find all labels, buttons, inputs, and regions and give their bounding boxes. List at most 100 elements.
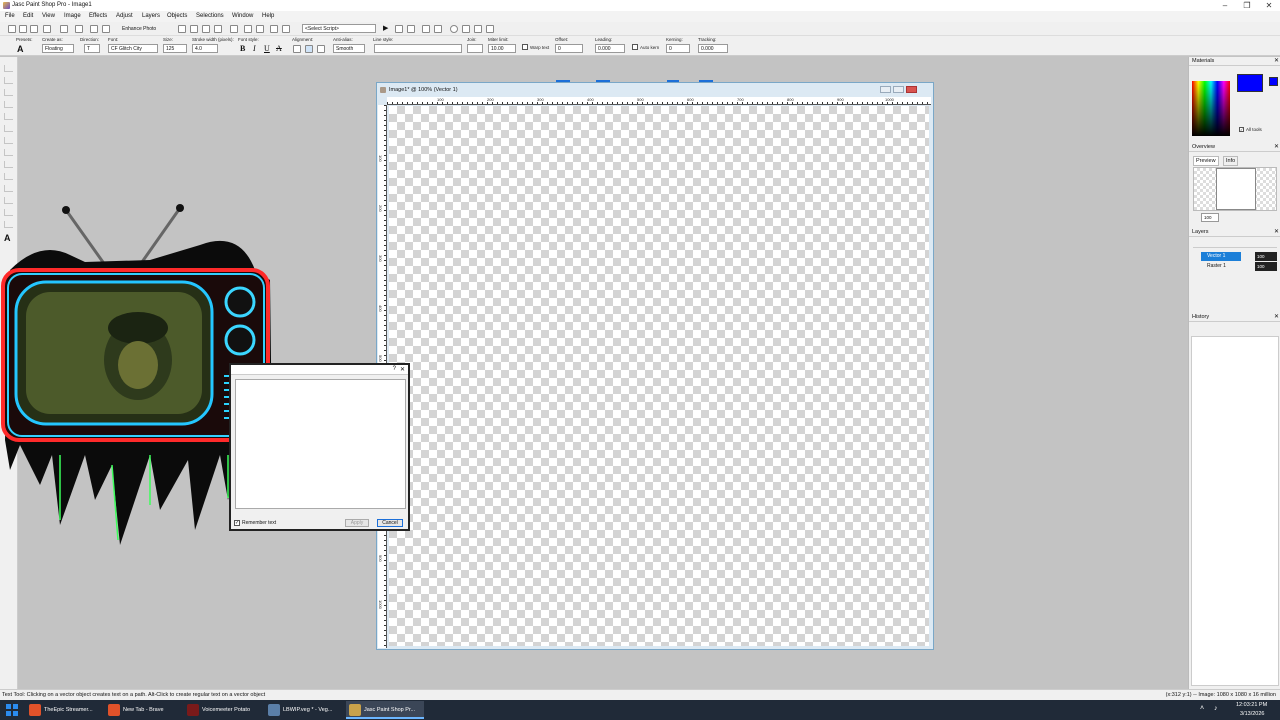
image-canvas[interactable] (389, 106, 929, 646)
text-entry-dialog[interactable]: ? ✕ ✓ Remember text Apply Cancel (229, 363, 410, 531)
create-as-select[interactable]: Floating (42, 44, 74, 53)
layer-opacity[interactable]: 100 (1255, 262, 1277, 271)
align-right-icon[interactable] (317, 45, 325, 53)
volume-icon[interactable]: ♪ (1214, 705, 1218, 712)
tracking-input[interactable]: 0.000 (698, 44, 728, 53)
overview-info-tab[interactable]: Info (1223, 156, 1239, 166)
size-select[interactable]: 125 (163, 44, 187, 53)
history-close-icon[interactable]: ✕ (1274, 313, 1279, 322)
retouch-tool-icon[interactable] (4, 161, 13, 168)
align-center-icon[interactable] (305, 45, 313, 53)
menu-view[interactable]: View (42, 13, 55, 19)
enhance-photo-button[interactable]: Enhance Photo (120, 25, 170, 34)
doc-close-button[interactable] (906, 86, 917, 93)
rotate-icon[interactable] (256, 25, 264, 33)
overview-zoom-input[interactable]: 100 (1201, 213, 1219, 222)
text-entry-area[interactable] (235, 379, 406, 509)
menu-objects[interactable]: Objects (167, 13, 187, 19)
script-icon[interactable] (434, 25, 442, 33)
offset-input[interactable]: 0 (555, 44, 583, 53)
menu-image[interactable]: Image (64, 13, 81, 19)
font-select[interactable]: CF Glitch City (108, 44, 158, 53)
layer-row-vector-1[interactable]: Vector 1 (1201, 252, 1241, 261)
minimize-button[interactable]: – (1214, 0, 1236, 11)
clone-icon[interactable] (190, 25, 198, 33)
flood-fill-tool-icon[interactable] (4, 185, 13, 192)
color-picker[interactable] (1192, 81, 1230, 136)
doc-minimize-button[interactable] (880, 86, 891, 93)
background-color-swatch[interactable] (1269, 77, 1278, 86)
paint-brush-tool-icon[interactable] (4, 137, 13, 144)
menu-edit[interactable]: Edit (23, 13, 33, 19)
doc-maximize-button[interactable] (893, 86, 904, 93)
document-window[interactable]: Image1* @ 100% (Vector 1) 100 200 300 40… (376, 82, 934, 650)
clock-date[interactable]: 3/13/2026 (1240, 711, 1264, 717)
overview-preview[interactable] (1193, 167, 1277, 211)
fill-icon[interactable] (178, 25, 186, 33)
open-icon[interactable] (19, 25, 27, 33)
direction-select[interactable]: T (84, 44, 100, 53)
line-style-select[interactable] (374, 44, 462, 53)
script-output-icon[interactable] (422, 25, 430, 33)
taskbar-item-voicemeeter[interactable]: Voicemeeter Potato (184, 701, 262, 719)
align-left-icon[interactable] (293, 45, 301, 53)
overview-preview-tab[interactable]: Preview (1193, 156, 1219, 166)
clone-brush-tool-icon[interactable] (4, 149, 13, 156)
overview-view-rect[interactable] (1216, 168, 1256, 210)
menu-help[interactable]: Help (262, 13, 274, 19)
redo-icon[interactable] (102, 25, 110, 33)
italic-button[interactable]: I (253, 44, 256, 53)
strikethrough-button[interactable]: A (276, 44, 282, 53)
miter-input[interactable]: 10.00 (488, 44, 516, 53)
menu-layers[interactable]: Layers (142, 13, 160, 19)
move-tool-icon[interactable] (4, 101, 13, 108)
overview-close-icon[interactable]: ✕ (1274, 143, 1279, 152)
taskbar-item-paintshop[interactable]: Jasc Paint Shop Pr... (346, 701, 424, 719)
taskbar-item-streamer[interactable]: TheEpic Streamer... (26, 701, 102, 719)
cancel-button[interactable]: Cancel (377, 519, 403, 527)
new-icon[interactable] (8, 25, 16, 33)
remember-text-checkbox[interactable]: ✓ (234, 520, 240, 526)
layer-opacity[interactable]: 100 (1255, 252, 1277, 261)
scratch-icon[interactable] (214, 25, 222, 33)
crop-icon[interactable] (230, 25, 238, 33)
menu-effects[interactable]: Effects (89, 13, 107, 19)
undo-icon[interactable] (90, 25, 98, 33)
chevron-up-icon[interactable]: ˄ (1200, 705, 1204, 712)
layers-close-icon[interactable]: ✕ (1274, 228, 1279, 237)
leading-input[interactable]: 0.000 (595, 44, 625, 53)
resize-icon[interactable] (244, 25, 252, 33)
all-tools-checkbox[interactable]: ✓ (1239, 127, 1244, 132)
taskbar-item-vegas[interactable]: LBWIP.veg * - Veg... (265, 701, 343, 719)
warp-text-checkbox[interactable] (522, 44, 528, 50)
history-list[interactable] (1191, 336, 1279, 686)
auto-kern-checkbox[interactable] (632, 44, 638, 50)
save-script-icon[interactable] (486, 25, 494, 33)
foreground-color-swatch[interactable] (1237, 74, 1263, 92)
edit-script-icon[interactable] (395, 25, 403, 33)
start-icon[interactable] (6, 704, 18, 716)
save-icon[interactable] (60, 25, 68, 33)
pan-tool-icon[interactable] (4, 65, 13, 72)
stroke-input[interactable]: 4.0 (192, 44, 218, 53)
layer-row-raster-1[interactable]: Raster 1 (1201, 262, 1241, 271)
menu-file[interactable]: File (5, 13, 15, 19)
taskbar-item-brave[interactable]: New Tab - Brave (105, 701, 181, 719)
maximize-button[interactable]: ❐ (1236, 0, 1258, 11)
dropper-tool-icon[interactable] (4, 125, 13, 132)
underline-button[interactable]: U (264, 44, 270, 53)
dialog-help-icon[interactable]: ? (393, 366, 396, 372)
flip-icon[interactable] (270, 25, 278, 33)
script-select[interactable]: <Select Script> (302, 24, 376, 33)
browse-icon[interactable] (30, 25, 38, 33)
mirror-icon[interactable] (282, 25, 290, 33)
materials-close-icon[interactable]: ✕ (1274, 57, 1279, 66)
eraser-tool-icon[interactable] (4, 173, 13, 180)
script-mode-icon[interactable] (407, 25, 415, 33)
dialog-close-icon[interactable]: ✕ (400, 366, 405, 373)
run-script-icon[interactable]: ▶ (383, 25, 391, 33)
pause-icon[interactable] (462, 25, 470, 33)
menu-window[interactable]: Window (232, 13, 253, 19)
join-select[interactable] (467, 44, 483, 53)
retouch-icon[interactable] (202, 25, 210, 33)
